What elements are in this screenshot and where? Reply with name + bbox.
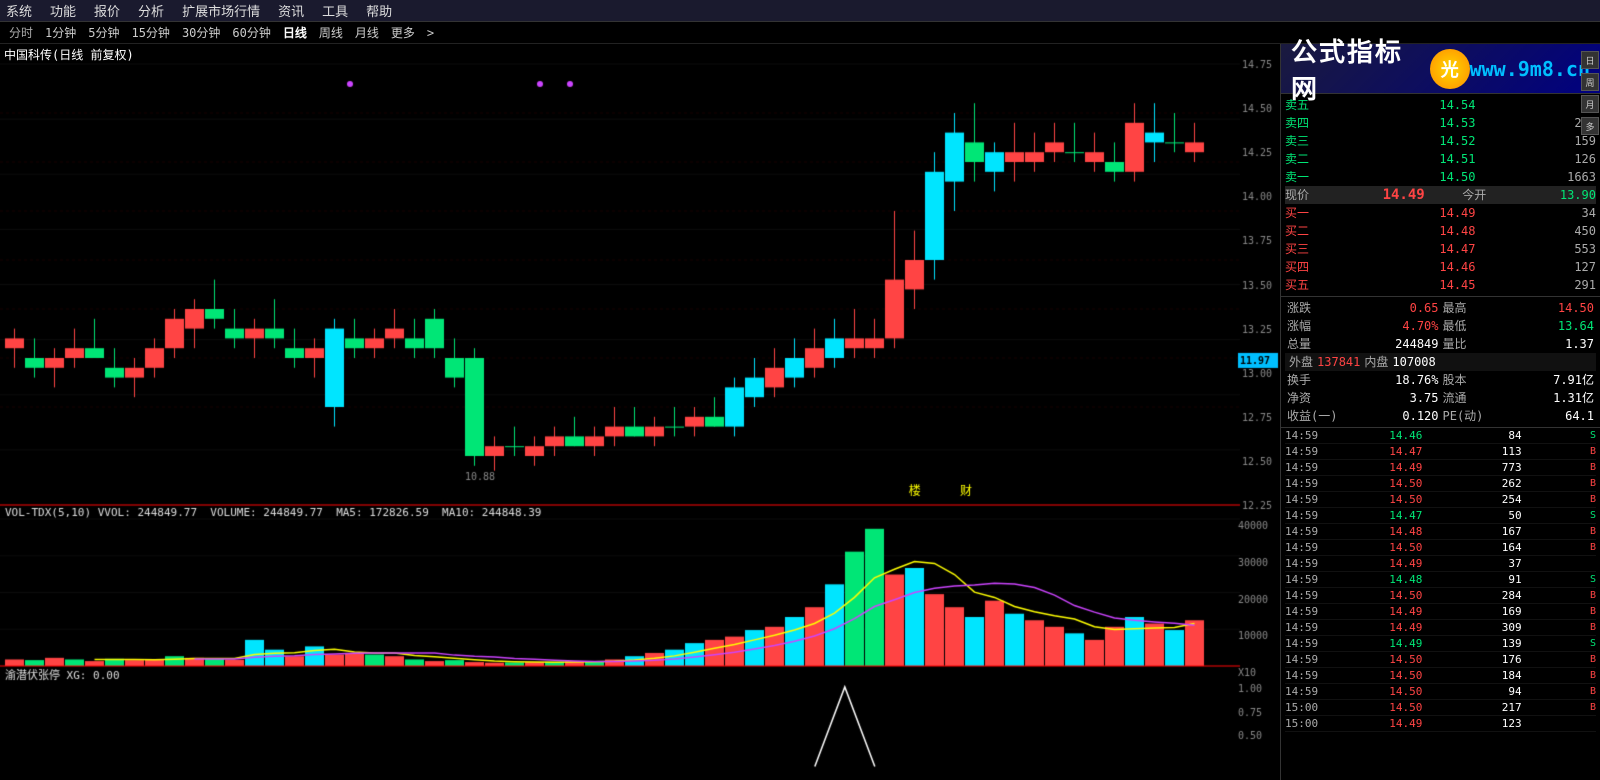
info-row-4: 换手 18.76% 股本 7.91亿 xyxy=(1285,371,1596,389)
chart-area: 中国科传(日线 前复权) xyxy=(0,44,1280,780)
menu-tools[interactable]: 工具 xyxy=(322,1,348,20)
sell-row-4: 卖四 14.53 244 xyxy=(1285,114,1596,132)
menu-news[interactable]: 资讯 xyxy=(278,1,304,20)
trade-row: 14:5914.5094B xyxy=(1285,684,1596,700)
brand-logo: 光 xyxy=(1430,49,1470,89)
menu-market[interactable]: 扩展市场行情 xyxy=(182,1,260,20)
right-buttons: 日 周 月 多 xyxy=(1580,50,1600,136)
info-row-3: 总量 244849 量比 1.37 xyxy=(1285,335,1596,353)
week-btn[interactable]: 周 xyxy=(1581,73,1599,91)
sell-row-2: 卖二 14.51 126 xyxy=(1285,150,1596,168)
tf-60min[interactable]: 60分钟 xyxy=(227,24,275,41)
trade-row: 14:5914.50254B xyxy=(1285,492,1596,508)
trade-row: 14:5914.4684S xyxy=(1285,428,1596,444)
tf-monthly[interactable]: 月线 xyxy=(350,24,384,41)
multi-btn[interactable]: 多 xyxy=(1581,117,1599,135)
tf-daily[interactable]: 日线 xyxy=(278,24,312,41)
trade-row: 14:5914.49169B xyxy=(1285,604,1596,620)
trade-list: 14:5914.4684S 14:5914.47113B 14:5914.497… xyxy=(1281,427,1600,780)
menu-bar: 系统 功能 报价 分析 扩展市场行情 资讯 工具 帮助 xyxy=(0,0,1600,22)
trade-row: 14:5914.50284B xyxy=(1285,588,1596,604)
info-row-2: 涨幅 4.70% 最低 13.64 xyxy=(1285,317,1596,335)
trade-row: 14:5914.50262B xyxy=(1285,476,1596,492)
current-price-row: 现价 14.49 今开 13.90 xyxy=(1285,186,1596,204)
day-btn[interactable]: 日 xyxy=(1581,51,1599,69)
stock-info: 涨跌 0.65 最高 14.50 涨幅 4.70% 最低 13.64 xyxy=(1281,296,1600,427)
tf-1min[interactable]: 1分钟 xyxy=(40,24,81,41)
buy-row-4: 买四 14.46 127 xyxy=(1285,258,1596,276)
tf-more[interactable]: 更多 xyxy=(386,24,420,41)
trade-row: 14:5914.48167B xyxy=(1285,524,1596,540)
tf-arrow[interactable]: > xyxy=(422,26,439,40)
chart-title: 中国科传(日线 前复权) xyxy=(4,46,134,63)
trade-row: 14:5914.50184B xyxy=(1285,668,1596,684)
menu-help[interactable]: 帮助 xyxy=(366,1,392,20)
trade-row: 14:5914.49773B xyxy=(1285,460,1596,476)
tf-weekly[interactable]: 周线 xyxy=(314,24,348,41)
brand-url: www.9m8.cn xyxy=(1470,57,1590,81)
tf-5min[interactable]: 5分钟 xyxy=(83,24,124,41)
tf-label: 分时 xyxy=(4,24,38,41)
trade-row: 14:5914.4937 xyxy=(1285,556,1596,572)
trade-row: 14:5914.47113B xyxy=(1285,444,1596,460)
trade-row: 14:5914.50164B xyxy=(1285,540,1596,556)
info-row-1: 涨跌 0.65 最高 14.50 xyxy=(1285,299,1596,317)
right-panel: 公式指标网 光 www.9m8.cn 卖五 14.54 69 卖四 14.53 … xyxy=(1280,44,1600,780)
trade-row: 14:5914.4891S xyxy=(1285,572,1596,588)
tf-15min[interactable]: 15分钟 xyxy=(126,24,174,41)
tf-30min[interactable]: 30分钟 xyxy=(177,24,225,41)
sell-row-5: 卖五 14.54 69 xyxy=(1285,96,1596,114)
trade-row: 14:5914.49309B xyxy=(1285,620,1596,636)
trade-row: 15:0014.49123 xyxy=(1285,716,1596,732)
brand-header: 公式指标网 光 www.9m8.cn xyxy=(1281,44,1600,94)
order-book: 卖五 14.54 69 卖四 14.53 244 卖三 14.52 159 卖二… xyxy=(1281,94,1600,296)
main-chart-canvas xyxy=(0,44,1280,780)
info-row-5: 净资 3.75 流通 1.31亿 xyxy=(1285,389,1596,407)
buy-row-3: 买三 14.47 553 xyxy=(1285,240,1596,258)
trade-row: 15:0014.50217B xyxy=(1285,700,1596,716)
trade-row: 14:5914.50176B xyxy=(1285,652,1596,668)
menu-analysis[interactable]: 分析 xyxy=(138,1,164,20)
info-row-outer: 外盘 137841 内盘 107008 xyxy=(1285,353,1596,371)
sell-row-3: 卖三 14.52 159 xyxy=(1285,132,1596,150)
buy-row-2: 买二 14.48 450 xyxy=(1285,222,1596,240)
menu-quote[interactable]: 报价 xyxy=(94,1,120,20)
main-layout: 中国科传(日线 前复权) 公式指标网 光 www.9m8.cn 卖五 14.54… xyxy=(0,44,1600,780)
sell-row-1: 卖一 14.50 1663 xyxy=(1285,168,1596,186)
trade-row: 14:5914.4750S xyxy=(1285,508,1596,524)
menu-system[interactable]: 系统 xyxy=(6,1,32,20)
trade-row: 14:5914.49139S xyxy=(1285,636,1596,652)
month-btn[interactable]: 月 xyxy=(1581,95,1599,113)
menu-function[interactable]: 功能 xyxy=(50,1,76,20)
info-row-6: 收益(一) 0.120 PE(动) 64.1 xyxy=(1285,407,1596,425)
buy-row-1: 买一 14.49 34 xyxy=(1285,204,1596,222)
buy-row-5: 买五 14.45 291 xyxy=(1285,276,1596,294)
